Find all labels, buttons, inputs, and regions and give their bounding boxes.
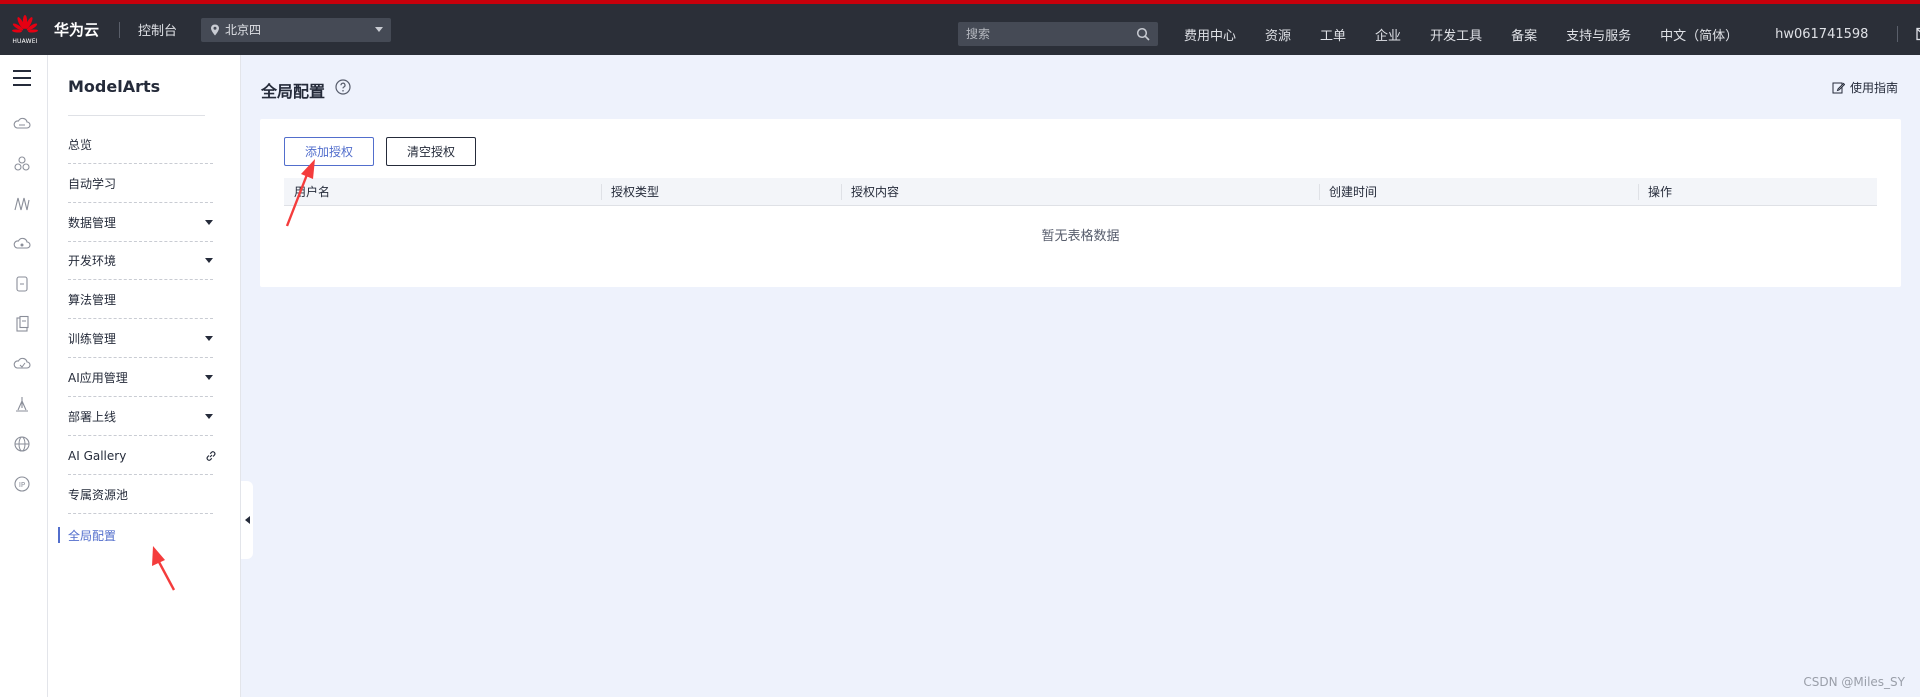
column-header-actions: 操作 [1638,178,1877,205]
top-bar: HUAWEI 华为云 控制台 北京四 费用中心 资源 工单 企业 开发工具 备案… [0,0,1920,55]
empty-table-message: 暂无表格数据 [1041,229,1120,244]
sidebar-item-label: 专属资源池 [68,488,129,502]
nav-enterprise[interactable]: 企业 [1375,25,1401,44]
nav-support[interactable]: 支持与服务 [1566,25,1631,44]
sidebar-item-label: 数据管理 [68,216,117,230]
mail-icon[interactable] [1916,27,1920,41]
sidebar-item-label: 全局配置 [68,528,117,543]
watermark: CSDN @Miles_SY [1803,675,1905,689]
cloud-icon[interactable] [13,355,31,373]
sidebar-item-label: AI应用管理 [68,371,128,385]
authorization-panel: 添加授权 清空授权 用户名 授权类型 授权内容 创建时间 操作 暂无表格数据 [260,119,1901,287]
search-input[interactable] [966,27,1136,41]
sidebar-item-label: AI Gallery [68,448,127,463]
caret-down-icon [205,258,213,263]
nav-filing[interactable]: 备案 [1511,25,1537,44]
user-account[interactable]: hw061741598 [1775,27,1868,42]
sidebar-item-label: 部署上线 [68,410,117,424]
globe-icon[interactable] [13,435,31,453]
tower-icon[interactable] [13,395,31,413]
external-link-icon [206,450,216,461]
location-pin-icon [211,24,220,35]
divider [68,115,205,116]
user-guide-link[interactable]: 使用指南 [1832,79,1898,96]
sidebar-item-ai-gallery[interactable]: AI Gallery [68,437,216,475]
cloud-storage-icon[interactable] [13,235,31,253]
hamburger-menu-icon[interactable] [13,70,31,86]
divider [119,21,121,38]
column-header-auth-type: 授权类型 [601,178,841,205]
database-icon[interactable] [13,275,31,293]
divider [1897,26,1899,42]
ip-icon[interactable]: IP [13,475,31,493]
global-search [958,22,1158,46]
clear-authorization-button[interactable]: 清空授权 [386,137,476,166]
console-link[interactable]: 控制台 [138,20,177,39]
caret-down-icon [205,375,213,380]
sidebar-item-ai-app-management[interactable]: AI应用管理 [68,359,213,397]
nav-resources[interactable]: 资源 [1265,25,1291,44]
annotation-arrow-icon [285,159,315,227]
nav-billing-center[interactable]: 费用中心 [1184,25,1236,44]
user-guide-label: 使用指南 [1849,81,1898,95]
active-indicator [58,527,60,543]
column-header-created-time: 创建时间 [1319,178,1638,205]
logo-text: HUAWEI [12,37,38,45]
edit-document-icon [1832,82,1845,94]
search-icon[interactable] [1136,27,1150,41]
region-select[interactable]: 北京四 [201,17,392,42]
column-header-auth-content: 授权内容 [841,178,1319,205]
help-icon[interactable] [335,79,351,95]
service-rail: IP [0,55,48,697]
caret-down-icon [205,220,213,225]
nav-tickets[interactable]: 工单 [1320,25,1346,44]
huawei-flower-icon [12,14,38,33]
sidebar-item-training-management[interactable]: 训练管理 [68,320,213,358]
algorithm-icon[interactable] [13,195,31,213]
sidebar-item-dev-environment[interactable]: 开发环境 [68,242,213,280]
sidebar-item-label: 训练管理 [68,332,117,346]
chevron-down-icon [375,27,384,32]
sidebar-item-algorithm-management[interactable]: 算法管理 [68,281,213,319]
collapse-sidebar-button[interactable] [241,481,253,559]
cloud-icon[interactable] [13,115,31,133]
sidebar-item-global-config[interactable]: 全局配置 [68,516,213,554]
sidebar-item-deployment[interactable]: 部署上线 [68,398,213,436]
sidebar-item-data-management[interactable]: 数据管理 [68,204,213,242]
sidebar-item-label: 总览 [68,138,93,152]
region-label: 北京四 [225,23,262,37]
annotation-arrow-icon [152,546,176,591]
sidebar-item-overview[interactable]: 总览 [68,126,213,164]
document-icon[interactable] [13,315,31,333]
column-header-username: 用户名 [294,185,331,199]
sidebar-item-auto-learning[interactable]: 自动学习 [68,165,213,203]
language-switch[interactable]: 中文（简体） [1660,25,1738,44]
sidebar-item-dedicated-pool[interactable]: 专属资源池 [68,476,213,514]
huawei-logo[interactable]: HUAWEI [0,4,50,55]
sidebar-item-label: 开发环境 [68,254,117,268]
caret-down-icon [205,414,213,419]
sidebar-title: ModelArts [68,77,161,96]
nav-dev-tools[interactable]: 开发工具 [1430,25,1482,44]
svg-text:IP: IP [19,481,25,489]
page-title: 全局配置 [261,82,326,101]
top-nav: 费用中心 资源 工单 企业 开发工具 备案 支持与服务 中文（简体） hw061… [1184,22,1920,46]
caret-down-icon [205,336,213,341]
cluster-icon[interactable] [13,155,31,173]
chevron-left-icon [244,516,250,524]
sidebar-item-label: 自动学习 [68,177,117,191]
table-header: 用户名 授权类型 授权内容 创建时间 操作 [284,178,1877,206]
brand-name[interactable]: 华为云 [54,19,99,40]
sidebar-item-label: 算法管理 [68,293,117,307]
sidebar: ModelArts 总览 自动学习 数据管理 开发环境 算法管理 训练管理 AI… [48,55,241,697]
